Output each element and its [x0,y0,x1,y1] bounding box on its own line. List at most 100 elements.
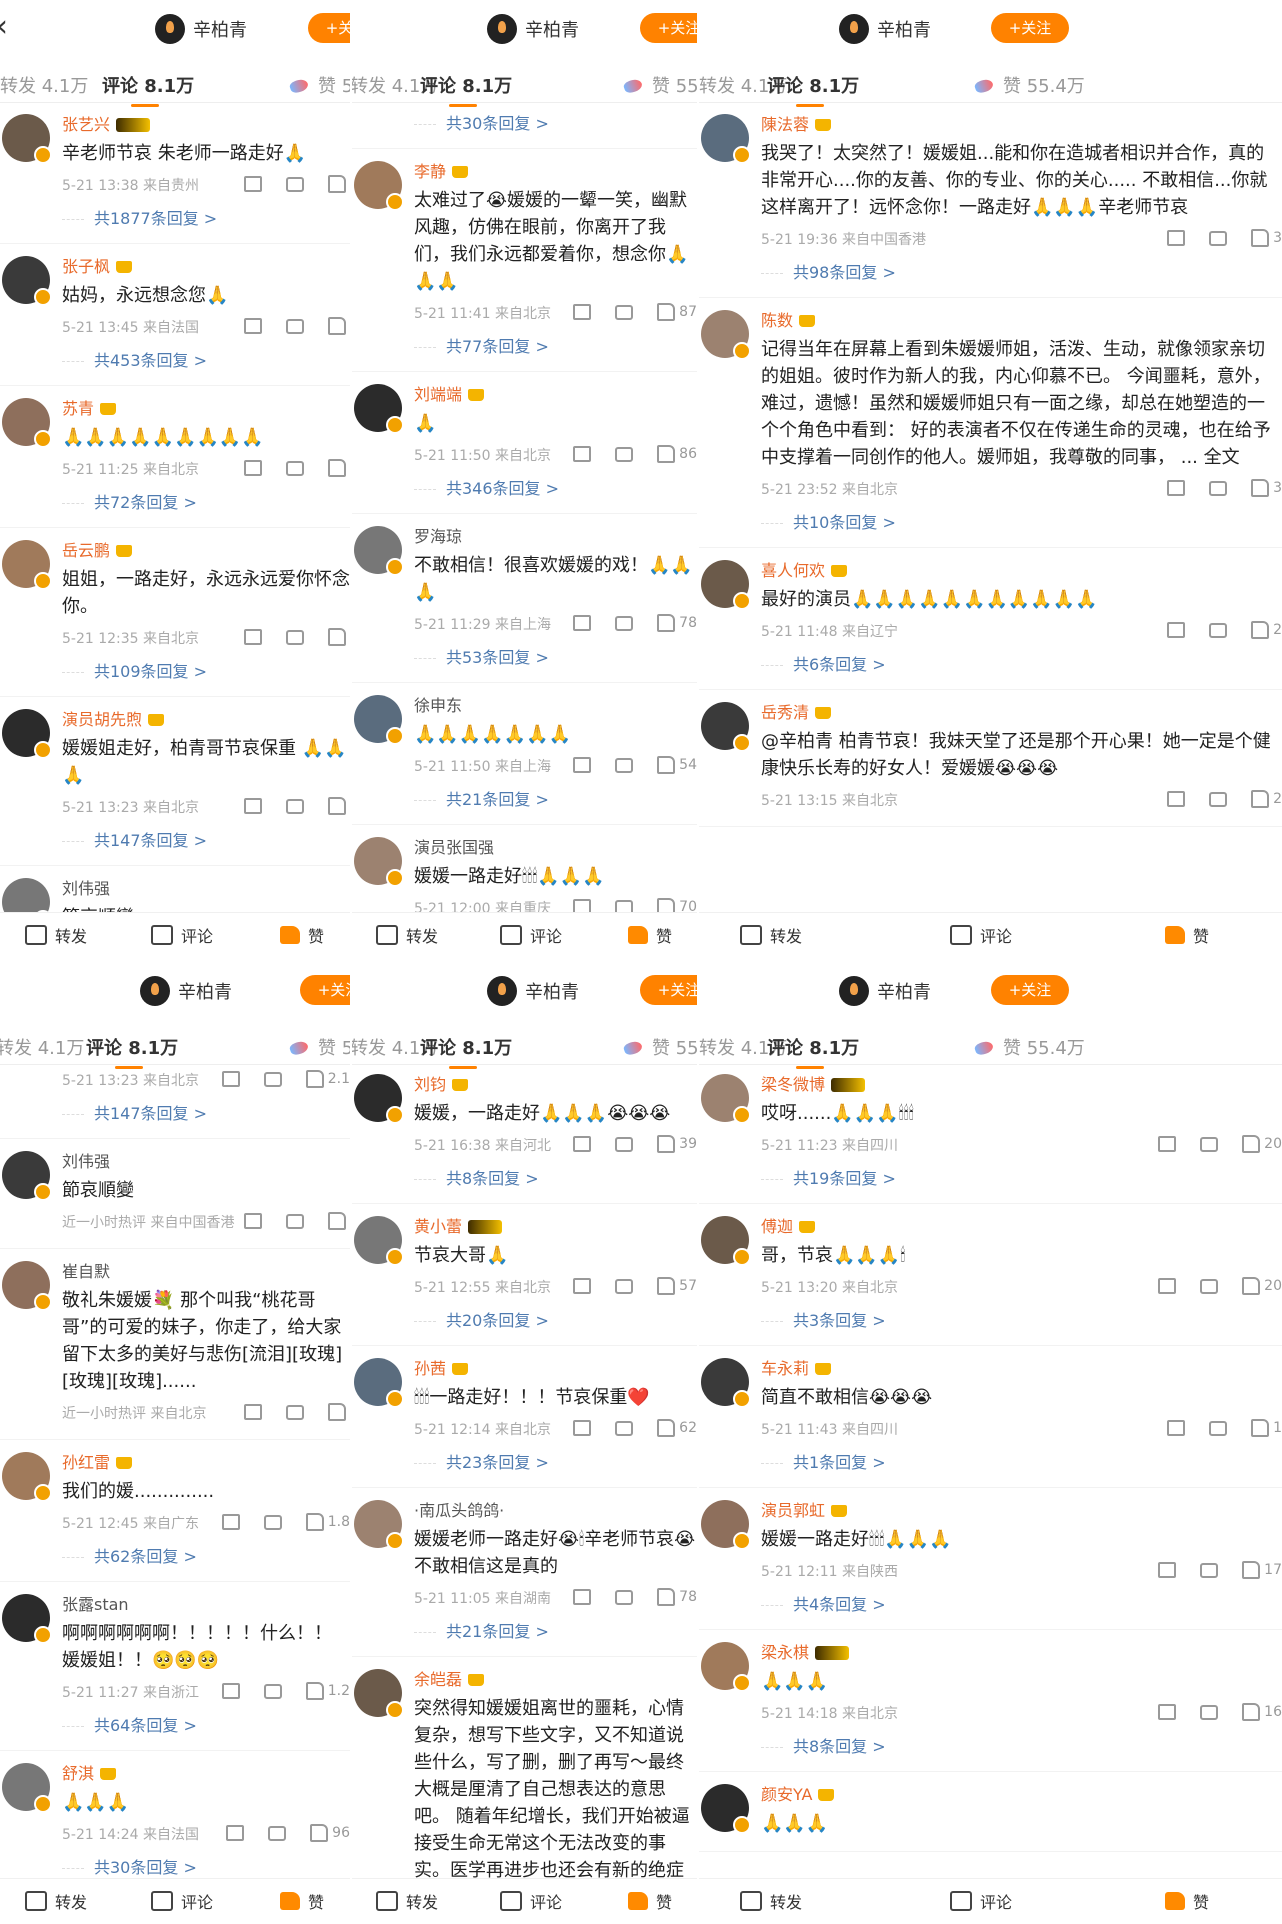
share-icon[interactable] [1158,1562,1177,1578]
reply-icon[interactable] [1209,1420,1228,1436]
reply-icon[interactable] [1200,1562,1219,1578]
comment-button[interactable]: 评论 [500,923,562,947]
follow-button[interactable]: +关注 [640,13,697,43]
reply-icon[interactable] [263,1071,282,1087]
replies-link[interactable]: 共98条回复 > [761,259,1282,283]
replies-link[interactable]: 共109条回复 > [62,658,350,682]
commenter-name[interactable]: 喜人何欢 [761,560,1282,582]
like-button[interactable] [328,317,350,335]
forward-button[interactable]: 转发 [376,923,438,947]
share-icon[interactable] [221,1683,240,1699]
follow-button[interactable]: +关注 [300,975,350,1005]
comment-avatar[interactable] [701,310,751,360]
commenter-name[interactable]: 刘伟强 [62,878,350,900]
follow-button[interactable]: +关注 [640,975,697,1005]
forward-button[interactable]: 转发 [740,1889,802,1913]
reply-icon[interactable] [1209,791,1228,807]
comment-avatar[interactable] [2,398,52,448]
share-icon[interactable] [244,629,262,645]
account-avatar[interactable] [839,14,869,44]
tab-comment[interactable]: 评论 8.1万 [420,72,512,107]
account-title[interactable]: 辛柏青 [140,976,232,1006]
reply-icon[interactable] [615,757,634,773]
share-icon[interactable] [244,798,262,814]
replies-link[interactable]: 共8条回复 > [414,1165,697,1189]
back-icon[interactable]: ‹ [0,12,8,42]
share-icon[interactable] [1167,1420,1186,1436]
reply-icon[interactable] [1209,622,1228,638]
reply-icon[interactable] [1209,480,1228,496]
follow-button[interactable]: +关注 [991,13,1069,43]
reply-icon[interactable] [615,446,634,462]
replies-link[interactable]: 共21条回复 > [414,1618,697,1642]
commenter-name[interactable]: 车永莉 [761,1358,1282,1380]
reply-icon[interactable] [268,1825,287,1841]
replies-link[interactable]: 共6条回复 > [761,651,1282,675]
like-button[interactable]: 1 [1251,1419,1282,1437]
comment-avatar[interactable] [2,256,52,306]
replies-link[interactable]: 共21条回复 > [414,786,697,810]
share-icon[interactable] [573,446,592,462]
replies-link[interactable]: 共147条回复 > [62,827,350,851]
share-icon[interactable] [1167,230,1186,246]
comment-avatar[interactable] [354,1669,404,1719]
like-button[interactable]: 54 [657,756,697,774]
share-icon[interactable] [221,1514,240,1530]
like-button[interactable]: 1.8 [306,1513,350,1531]
share-icon[interactable] [244,1404,262,1420]
share-icon[interactable] [573,1136,592,1152]
commenter-name[interactable]: 刘端端 [414,384,697,406]
tab-forward[interactable]: 转发 4.1万 [0,1034,84,1060]
tab-comment[interactable]: 评论 8.1万 [420,1034,512,1069]
like-button[interactable]: 78 [657,1588,697,1606]
replies-link[interactable]: 共4条回复 > [761,1591,1282,1615]
like-button[interactable]: 赞 [1165,923,1209,947]
comment-avatar[interactable] [354,837,404,887]
commenter-name[interactable]: 张子枫 [62,256,350,278]
commenter-name[interactable]: 罗海琼 [414,526,697,548]
reply-icon[interactable] [1200,1278,1219,1294]
replies-link[interactable]: 共10条回复 > [761,509,1282,533]
comment-avatar[interactable] [701,1642,751,1692]
comment-avatar[interactable] [354,695,404,745]
commenter-name[interactable]: 苏青 [62,398,350,420]
like-button[interactable]: 86 [657,445,697,463]
reply-icon[interactable] [286,1404,304,1420]
like-button[interactable]: 3 [1251,229,1282,247]
comment-avatar[interactable] [2,540,52,590]
commenter-name[interactable]: 演员张国强 [414,837,697,859]
like-button[interactable]: 87 [657,303,697,321]
commenter-name[interactable]: 徐申东 [414,695,697,717]
like-button[interactable] [328,459,350,477]
reply-icon[interactable] [263,1683,282,1699]
reply-icon[interactable] [1200,1704,1219,1720]
like-button[interactable]: 16 [1242,1703,1282,1721]
tab-comment[interactable]: 评论 8.1万 [767,1034,859,1069]
replies-link[interactable]: 共1条回复 > [761,1449,1282,1473]
comment-avatar[interactable] [354,526,404,576]
like-button[interactable] [328,175,350,193]
reply-icon[interactable] [286,1213,304,1229]
tab-comment[interactable]: 评论 8.1万 [767,72,859,107]
share-icon[interactable] [1167,480,1186,496]
like-button[interactable]: 57 [657,1277,697,1295]
account-title[interactable]: 辛柏青 [487,976,579,1006]
replies-link[interactable]: 共1877条回复 > [62,205,350,229]
commenter-name[interactable]: ·南瓜头鸽鸽· [414,1500,697,1522]
commenter-name[interactable]: 梁冬微博 [761,1074,1282,1096]
like-button[interactable]: 赞 [628,1889,672,1913]
share-icon[interactable] [1158,1136,1177,1152]
commenter-name[interactable]: 李静 [414,161,697,183]
like-button[interactable] [328,797,350,815]
share-icon[interactable] [244,460,262,476]
replies-link[interactable]: 共19条回复 > [761,1165,1282,1189]
account-avatar[interactable] [487,14,517,44]
commenter-name[interactable]: 余皑磊 [414,1669,697,1691]
comment-avatar[interactable] [2,1261,52,1311]
comment-button[interactable]: 评论 [500,1889,562,1913]
share-icon[interactable] [573,615,592,631]
reply-icon[interactable] [286,318,304,334]
share-icon[interactable] [573,1589,592,1605]
comment-avatar[interactable] [701,1784,751,1834]
forward-button[interactable]: 转发 [740,923,802,947]
